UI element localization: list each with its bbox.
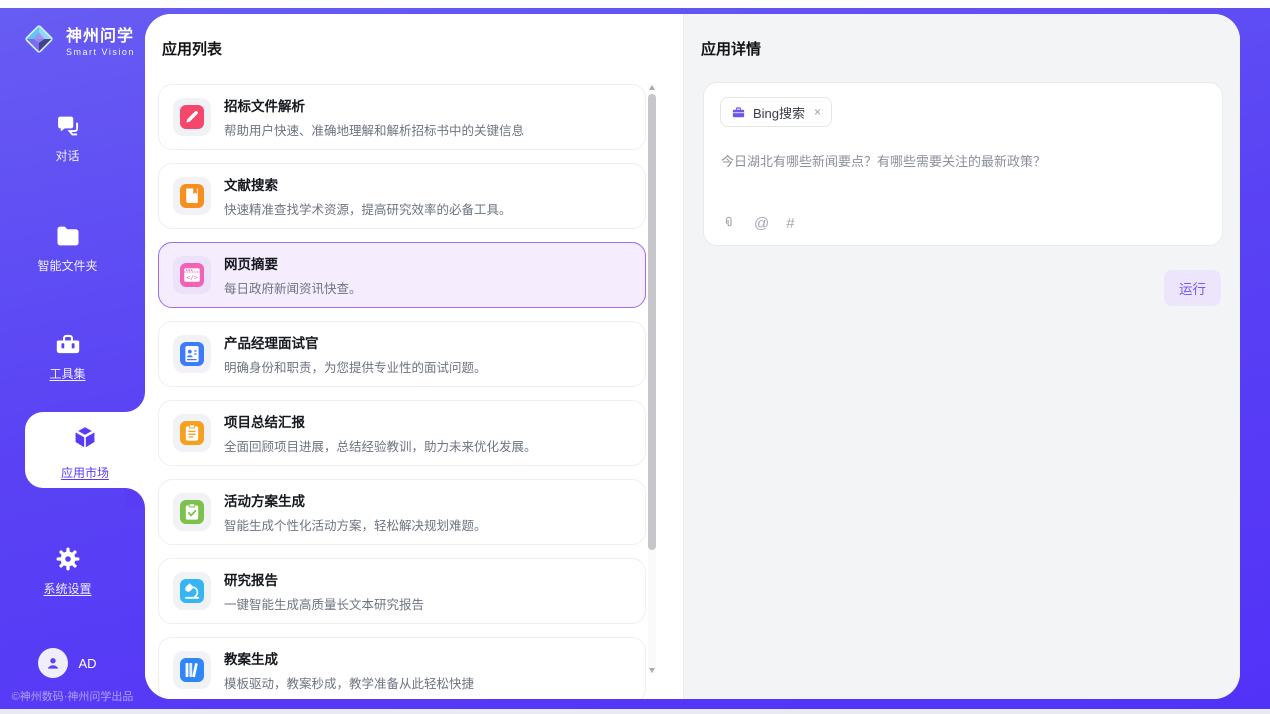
clipboard-check-icon — [180, 500, 204, 524]
app-card-lesson-plan[interactable]: 教案生成 模板驱动，教案秒成，教学准备从此轻松快捷 — [158, 637, 646, 699]
tool-chip-bing-search[interactable]: Bing搜索 × — [720, 97, 832, 127]
active-tab-curve-bottom — [125, 488, 145, 508]
scrollbar-thumb[interactable] — [648, 94, 656, 550]
app-description: 智能生成个性化活动方案，轻松解决规划难题。 — [224, 515, 487, 534]
app-list-scrollbar[interactable] — [648, 82, 656, 676]
app-card-pm-interviewer[interactable]: 产品经理面试官 明确身份和职责，为您提供专业性的面试问题。 — [158, 321, 646, 387]
app-icon-tile — [173, 572, 211, 610]
app-icon-tile: </> — [173, 256, 211, 294]
sidebar-item-label: 对话 — [0, 147, 135, 164]
prompt-input[interactable]: 今日湖北有哪些新闻要点？有哪些需要关注的最新政策？ — [721, 151, 1206, 170]
app-title: 网页摘要 — [224, 253, 362, 273]
app-description: 全面回顾项目进展，总结经验教训，助力未来优化发展。 — [224, 436, 537, 455]
cube-icon — [70, 422, 100, 452]
app-title: 教案生成 — [224, 648, 474, 668]
briefcase-icon — [731, 105, 746, 120]
app-icon-tile — [173, 414, 211, 452]
app-icon-tile — [173, 98, 211, 136]
tool-chip-label: Bing搜索 — [753, 103, 805, 122]
folder-icon — [54, 222, 82, 250]
sidebar-item-smart-folder[interactable]: 智能文件夹 — [0, 222, 135, 274]
user-account[interactable]: AD — [0, 648, 135, 678]
browser-code-icon: </> — [180, 263, 204, 287]
sidebar-item-chat[interactable]: 对话 — [0, 112, 135, 164]
chat-icon — [54, 112, 82, 140]
prompt-card[interactable]: Bing搜索 × 今日湖北有哪些新闻要点？有哪些需要关注的最新政策？ @ # — [703, 82, 1223, 246]
chip-close-icon[interactable]: × — [814, 105, 821, 119]
book-icon — [180, 184, 204, 208]
app-icon-tile — [173, 335, 211, 373]
app-card-bid-analysis[interactable]: 招标文件解析 帮助用户快速、准确地理解和解析招标书中的关键信息 — [158, 84, 646, 150]
resume-person-icon — [180, 342, 204, 366]
sidebar-item-label: 工具集 — [0, 365, 135, 382]
app-title: 项目总结汇报 — [224, 411, 537, 431]
app-description: 每日政府新闻资讯快查。 — [224, 278, 362, 297]
sidebar: 神州问学 Smart Vision 对话 智能文件夹 工具 — [0, 8, 145, 709]
app-description: 模板驱动，教案秒成，教学准备从此轻松快捷 — [224, 673, 474, 692]
mention-icon[interactable]: @ — [754, 215, 769, 232]
copyright-footer: ©神州数码·神州问学出品 — [0, 688, 145, 704]
app-title: 活动方案生成 — [224, 490, 487, 510]
app-title: 产品经理面试官 — [224, 332, 487, 352]
brand-logo: 神州问学 Smart Vision — [20, 20, 135, 58]
app-list-title: 应用列表 — [162, 38, 222, 59]
app-detail-panel: 应用详情 Bing搜索 × 今日湖北有哪些新闻要点？有哪些需要关注的最新政策？ — [683, 14, 1240, 699]
app-title: 文献搜索 — [224, 174, 512, 194]
pen-square-icon — [180, 105, 204, 129]
app-card-literature-search[interactable]: 文献搜索 快速精准查找学术资源，提高研究效率的必备工具。 — [158, 163, 646, 229]
scroll-up-arrow[interactable] — [649, 85, 655, 90]
app-list-panel: 应用列表 招标文件解析 帮助用户快速、准确地理解和解析招标书中的关键信息 — [145, 14, 683, 699]
prompt-toolbar: @ # — [721, 214, 795, 232]
scroll-down-arrow[interactable] — [649, 668, 655, 673]
active-tab-curve-top — [125, 392, 145, 412]
microscope-icon — [180, 579, 204, 603]
app-description: 明确身份和职责，为您提供专业性的面试问题。 — [224, 357, 487, 376]
brand-text: 神州问学 Smart Vision — [66, 22, 135, 57]
content-area: 应用列表 招标文件解析 帮助用户快速、准确地理解和解析招标书中的关键信息 — [145, 14, 1240, 699]
app-card-research-report[interactable]: 研究报告 一键智能生成高质量长文本研究报告 — [158, 558, 646, 624]
toolbox-icon — [54, 330, 82, 358]
svg-text:</>: </> — [186, 274, 197, 281]
brand-diamond-icon — [20, 20, 58, 58]
app-icon-tile — [173, 651, 211, 689]
app-title: 招标文件解析 — [224, 95, 524, 115]
sidebar-item-label: 系统设置 — [0, 580, 135, 597]
avatar — [38, 648, 68, 678]
sidebar-item-label: 应用市场 — [25, 464, 145, 481]
sidebar-item-settings[interactable]: 系统设置 — [0, 545, 135, 597]
app-card-project-summary[interactable]: 项目总结汇报 全面回顾项目进展，总结经验教训，助力未来优化发展。 — [158, 400, 646, 466]
app-icon-tile — [173, 177, 211, 215]
app-description: 一键智能生成高质量长文本研究报告 — [224, 594, 424, 613]
sidebar-item-label: 智能文件夹 — [0, 257, 135, 274]
app-list: 招标文件解析 帮助用户快速、准确地理解和解析招标书中的关键信息 文献搜索 快速精… — [158, 84, 646, 699]
sidebar-item-app-market[interactable]: 应用市场 — [25, 412, 145, 488]
app-description: 帮助用户快速、准确地理解和解析招标书中的关键信息 — [224, 120, 524, 139]
app-window: 神州问学 Smart Vision 对话 智能文件夹 工具 — [0, 0, 1270, 714]
clipboard-lines-icon — [180, 421, 204, 445]
window-bottom-edge — [0, 709, 1270, 714]
hash-icon[interactable]: # — [786, 215, 794, 232]
app-icon-tile — [173, 493, 211, 531]
user-avatar-icon — [44, 654, 62, 672]
app-description: 快速精准查找学术资源，提高研究效率的必备工具。 — [224, 199, 512, 218]
app-card-event-plan[interactable]: 活动方案生成 智能生成个性化活动方案，轻松解决规划难题。 — [158, 479, 646, 545]
app-card-webpage-summary[interactable]: </> 网页摘要 每日政府新闻资讯快查。 — [158, 242, 646, 308]
user-name: AD — [78, 656, 96, 671]
app-detail-title: 应用详情 — [701, 38, 761, 59]
gear-icon — [54, 545, 82, 573]
brand-name: 神州问学 — [66, 22, 135, 46]
app-title: 研究报告 — [224, 569, 424, 589]
run-button[interactable]: 运行 — [1164, 270, 1221, 306]
sidebar-item-toolset[interactable]: 工具集 — [0, 330, 135, 382]
brand-subtitle: Smart Vision — [66, 47, 135, 57]
books-icon — [180, 658, 204, 682]
paperclip-icon[interactable] — [721, 214, 737, 232]
